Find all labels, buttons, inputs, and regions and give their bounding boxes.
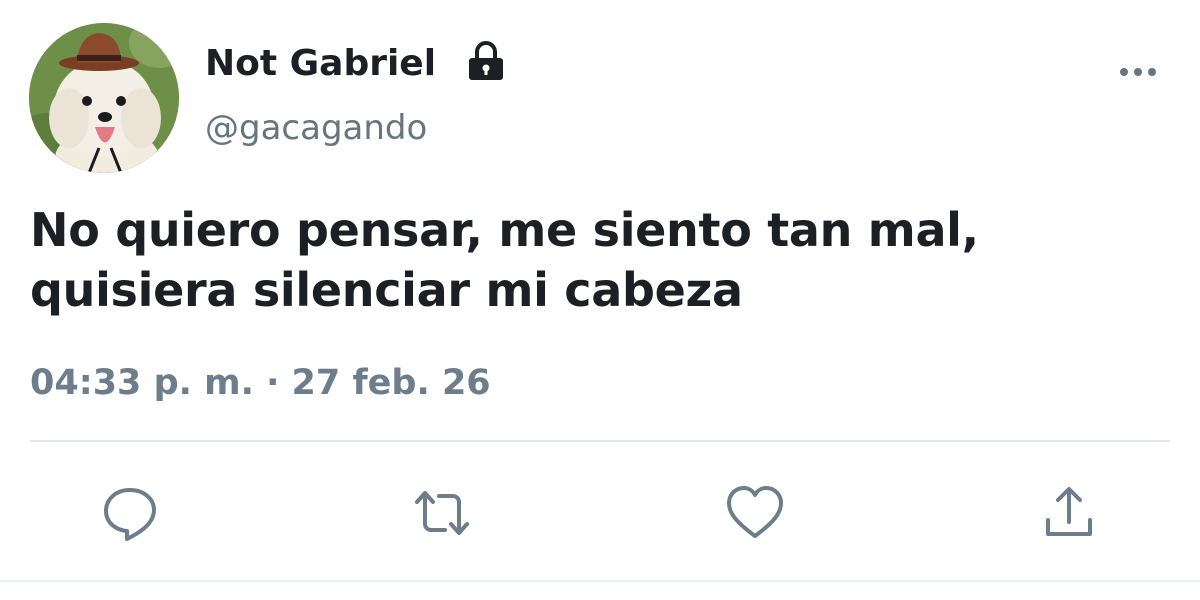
retweet-button[interactable] — [411, 482, 473, 544]
tweet-text-line: No quiero pensar, me siento tan mal, — [30, 203, 979, 257]
timestamp[interactable]: 04:33 p. m. · 27 feb. 26 — [30, 360, 491, 406]
bottom-divider — [0, 580, 1200, 582]
display-name[interactable]: Not Gabriel — [205, 40, 436, 88]
lock-icon — [466, 40, 506, 82]
like-button[interactable] — [724, 482, 786, 544]
dog-avatar-image — [29, 23, 179, 173]
handle[interactable]: @gacagando — [205, 105, 427, 151]
share-button[interactable] — [1038, 482, 1100, 544]
avatar[interactable] — [29, 23, 179, 173]
reply-icon — [104, 488, 156, 541]
more-icon[interactable] — [1116, 62, 1160, 82]
share-icon — [1046, 487, 1092, 536]
heart-icon — [727, 486, 783, 538]
tweet-text-line: quisiera silenciar mi cabeza — [30, 263, 743, 317]
tweet-card: Not Gabriel @gacagando No quiero pensar,… — [0, 0, 1200, 600]
tweet-text: No quiero pensar, me siento tan mal, qui… — [30, 200, 1150, 320]
retweet-icon — [415, 491, 469, 535]
reply-button[interactable] — [99, 482, 161, 544]
divider — [30, 440, 1170, 442]
